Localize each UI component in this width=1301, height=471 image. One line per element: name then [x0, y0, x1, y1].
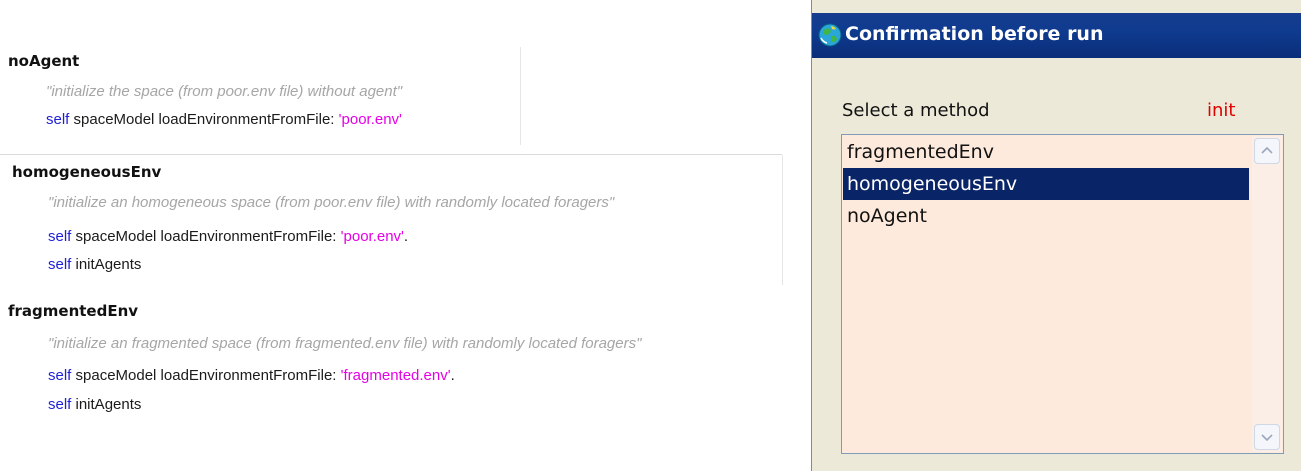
code-tail: .: [403, 228, 409, 245]
panel-edge: [782, 155, 783, 285]
string-literal: 'fragmented.env': [340, 367, 451, 384]
method-name: homogeneousEnv: [12, 163, 162, 181]
string-literal: 'poor.env': [338, 111, 402, 128]
list-item-noagent[interactable]: noAgent: [843, 200, 1249, 232]
code-line: self spaceModel loadEnvironmentFromFile:…: [46, 111, 402, 128]
keyword-self: self: [48, 396, 72, 413]
list-item-fragmentedenv[interactable]: fragmentedEnv: [843, 136, 1249, 168]
code-text: initAgents: [71, 396, 142, 413]
string-literal: 'poor.env': [340, 228, 404, 245]
method-listbox[interactable]: fragmentedEnv homogeneousEnv noAgent: [841, 134, 1284, 454]
title-bar[interactable]: Confirmation before run: [812, 13, 1301, 58]
vertical-scrollbar[interactable]: [1252, 136, 1282, 452]
method-name: fragmentedEnv: [8, 302, 139, 320]
keyword-self: self: [48, 367, 72, 384]
select-method-label: Select a method: [842, 100, 990, 121]
method-block-fragmentedenv: fragmentedEnv "initialize an fragmented …: [0, 296, 800, 426]
keyword-self: self: [48, 228, 72, 245]
scroll-up-button[interactable]: [1254, 138, 1280, 164]
chevron-up-icon: [1261, 146, 1273, 154]
method-block-homogeneousenv: homogeneousEnv "initialize an homogeneou…: [0, 155, 782, 285]
code-text: spaceModel loadEnvironmentFromFile:: [69, 111, 339, 128]
code-text: spaceModel loadEnvironmentFromFile:: [71, 228, 341, 245]
method-comment: "initialize the space (from poor.env fil…: [46, 83, 403, 100]
code-text: initAgents: [71, 256, 142, 273]
chevron-down-icon: [1261, 434, 1273, 442]
method-block-noagent: noAgent "initialize the space (from poor…: [0, 47, 520, 145]
method-name: noAgent: [8, 52, 80, 70]
dialog-title: Confirmation before run: [845, 23, 1104, 45]
keyword-self: self: [48, 256, 72, 273]
code-line: self spaceModel loadEnvironmentFromFile:…: [48, 367, 455, 384]
init-label: init: [1207, 100, 1236, 121]
code-line: self initAgents: [48, 396, 141, 413]
code-line: self initAgents: [48, 256, 141, 273]
method-comment: "initialize an fragmented space (from fr…: [48, 335, 642, 352]
method-comment: "initialize an homogeneous space (from p…: [48, 194, 615, 211]
code-tail: .: [450, 367, 455, 384]
app-globe-icon: [817, 22, 843, 48]
panel-edge: [520, 47, 521, 145]
keyword-self: self: [46, 111, 70, 128]
confirmation-dialog: Confirmation before run Select a method …: [811, 0, 1301, 471]
code-line: self spaceModel loadEnvironmentFromFile:…: [48, 228, 408, 245]
code-text: spaceModel loadEnvironmentFromFile:: [71, 367, 341, 384]
list-item-homogeneousenv[interactable]: homogeneousEnv: [843, 168, 1249, 200]
scroll-down-button[interactable]: [1254, 424, 1280, 450]
